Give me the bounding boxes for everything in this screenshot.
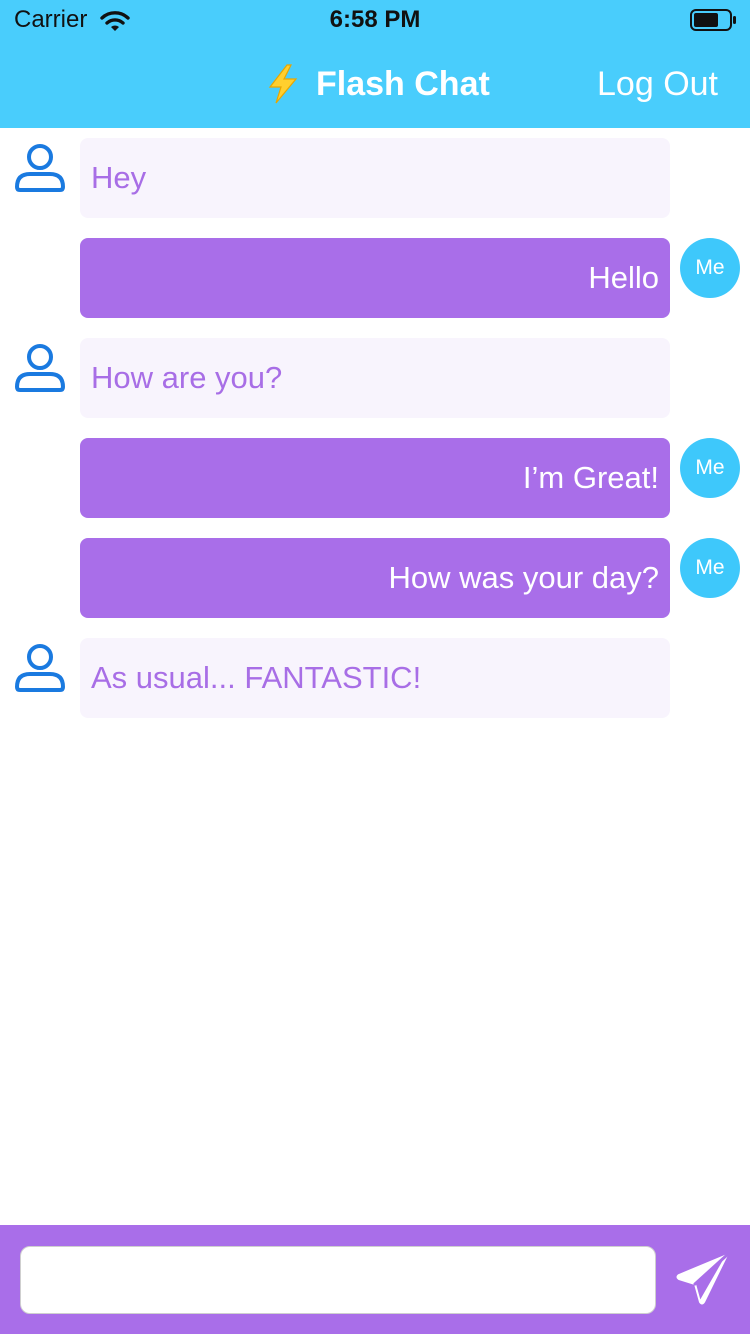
message-input[interactable] [20,1246,656,1314]
person-icon [14,343,66,393]
message-row: Hey [0,128,750,228]
logout-button[interactable]: Log Out [597,64,718,104]
paper-plane-icon [676,1253,729,1305]
message-text: Hello [588,260,659,295]
person-icon [14,643,66,693]
message-row: I’m Great! Me [0,428,750,528]
nav-title-text: Flash Chat [316,64,490,103]
message-row: How are you? [0,328,750,428]
me-avatar: Me [680,538,740,598]
message-list[interactable]: Hey Hello Me How are you? I’m Great! Me … [0,128,750,1224]
message-row: How was your day? Me [0,528,750,628]
chat-screen: Carrier 6:58 PM Flash Chat Log Out Hey H… [0,0,750,1334]
message-bubble-outgoing: Hello [80,238,670,318]
message-row: As usual... FANTASTIC! [0,628,750,728]
message-bubble-incoming: Hey [80,138,670,218]
me-avatar: Me [680,438,740,498]
composer-bar [0,1225,750,1334]
nav-title: Flash Chat [266,64,490,104]
message-row: Hello Me [0,228,750,328]
header: Carrier 6:58 PM Flash Chat Log Out [0,0,750,128]
status-time: 6:58 PM [329,6,421,33]
message-text: As usual... FANTASTIC! [91,660,422,695]
status-bar: Carrier 6:58 PM [0,0,750,40]
message-text: Hey [91,160,147,195]
lightning-bolt-icon [266,64,300,104]
message-bubble-outgoing: I’m Great! [80,438,670,518]
message-text: I’m Great! [522,460,659,495]
me-avatar: Me [680,238,740,298]
message-bubble-incoming: As usual... FANTASTIC! [80,638,670,718]
person-icon [14,143,66,193]
message-text: How was your day? [388,560,659,595]
nav-bar: Flash Chat Log Out [0,40,750,128]
message-text: How are you? [91,360,283,395]
battery-icon [690,9,738,31]
send-button[interactable] [676,1251,732,1307]
message-bubble-incoming: How are you? [80,338,670,418]
message-bubble-outgoing: How was your day? [80,538,670,618]
